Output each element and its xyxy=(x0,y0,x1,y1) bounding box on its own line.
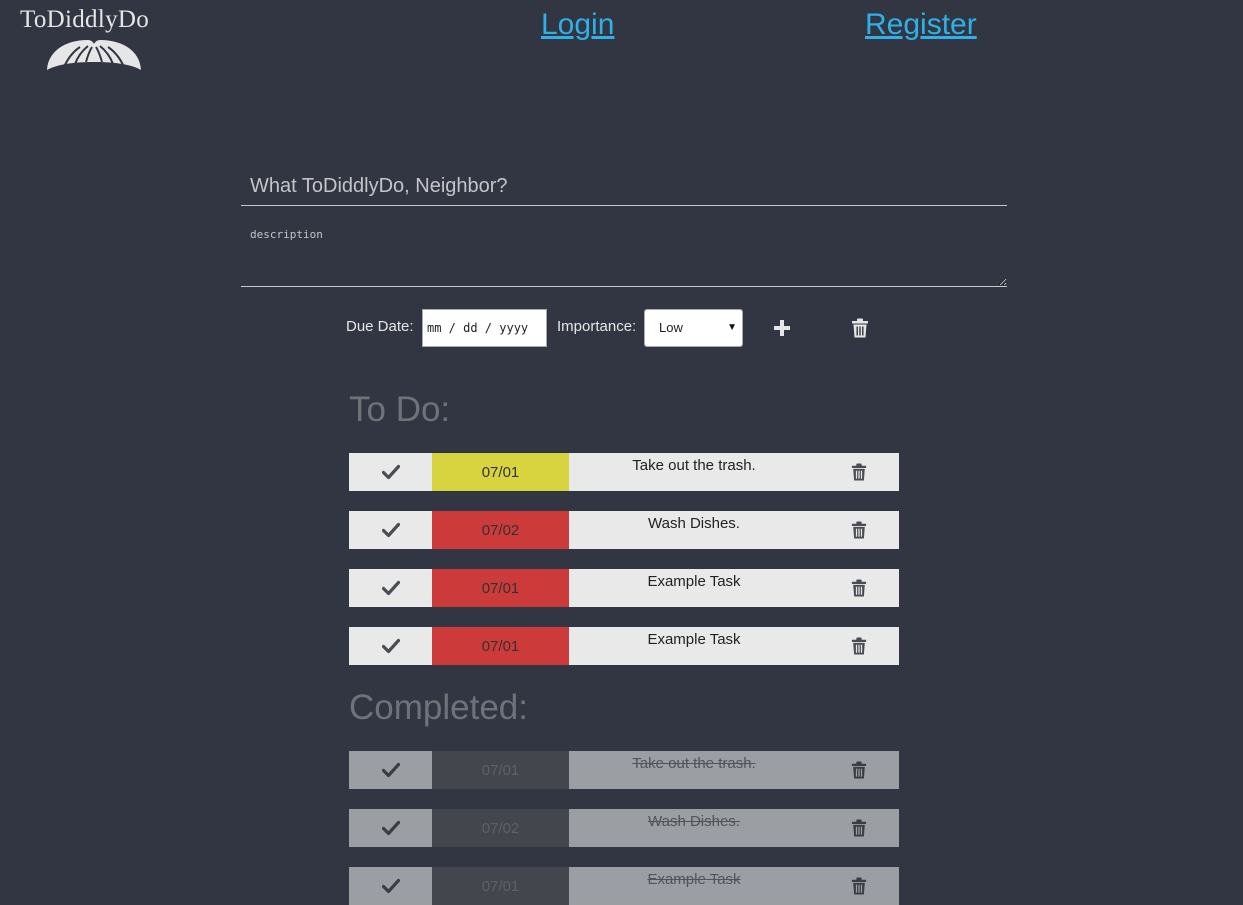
delete-task-button[interactable] xyxy=(819,867,899,905)
description-input[interactable] xyxy=(241,222,1007,287)
importance-label: Importance: xyxy=(557,318,637,335)
login-link[interactable]: Login xyxy=(541,8,614,42)
delete-task-button[interactable] xyxy=(819,627,899,665)
checkmark-icon xyxy=(381,878,400,894)
checkmark-icon xyxy=(381,762,400,778)
add-task-button[interactable] xyxy=(772,318,792,343)
todo-heading: To Do: xyxy=(349,390,451,429)
task-name: Take out the trash. xyxy=(569,453,819,491)
delete-task-button[interactable] xyxy=(819,453,899,491)
trash-icon xyxy=(851,637,867,655)
complete-task-button[interactable] xyxy=(349,453,432,491)
delete-task-button[interactable] xyxy=(819,751,899,789)
task-name: Example Task xyxy=(569,627,819,665)
trash-icon xyxy=(851,877,867,895)
task-row: 07/01 Take out the trash. xyxy=(349,453,899,491)
task-due-date: 07/01 xyxy=(432,569,569,607)
completed-heading: Completed: xyxy=(349,688,528,727)
task-row: 07/01 Example Task xyxy=(349,867,899,905)
trash-icon xyxy=(851,463,867,481)
task-row: 07/02 Wash Dishes. xyxy=(349,809,899,847)
logo: ToDiddlyDo xyxy=(20,6,170,76)
checkmark-icon xyxy=(381,638,400,654)
complete-task-button[interactable] xyxy=(349,751,432,789)
register-link[interactable]: Register xyxy=(865,8,977,42)
due-date-placeholder: mm / dd / yyyy xyxy=(427,321,529,335)
trash-icon xyxy=(851,761,867,779)
due-date-input[interactable]: mm / dd / yyyy xyxy=(422,309,547,347)
task-due-date: 07/01 xyxy=(432,867,569,905)
trash-icon xyxy=(851,579,867,597)
task-row: 07/01 Example Task xyxy=(349,627,899,665)
task-due-date: 07/01 xyxy=(432,453,569,491)
task-name: Example Task xyxy=(569,569,819,607)
task-name: Example Task xyxy=(569,867,819,905)
complete-task-button[interactable] xyxy=(349,867,432,905)
task-row: 07/01 Take out the trash. xyxy=(349,751,899,789)
complete-task-button[interactable] xyxy=(349,569,432,607)
plus-icon xyxy=(774,320,790,336)
trash-icon xyxy=(852,318,868,338)
checkmark-icon xyxy=(381,464,400,480)
checkmark-icon xyxy=(381,580,400,596)
importance-value: Low xyxy=(659,320,683,335)
importance-select[interactable]: Low ▼ xyxy=(644,309,743,347)
task-name: Wash Dishes. xyxy=(569,511,819,549)
due-date-label: Due Date: xyxy=(346,318,414,335)
task-due-date: 07/02 xyxy=(432,809,569,847)
logo-text: ToDiddlyDo xyxy=(20,6,150,33)
task-name: Take out the trash. xyxy=(569,751,819,789)
task-row: 07/02 Wash Dishes. xyxy=(349,511,899,549)
complete-task-button[interactable] xyxy=(349,809,432,847)
delete-task-button[interactable] xyxy=(819,809,899,847)
complete-task-button[interactable] xyxy=(349,627,432,665)
task-name: Wash Dishes. xyxy=(569,809,819,847)
trash-icon xyxy=(851,819,867,837)
trash-icon xyxy=(851,521,867,539)
caret-down-icon: ▼ xyxy=(727,322,737,333)
task-due-date: 07/01 xyxy=(432,751,569,789)
checkmark-icon xyxy=(381,522,400,538)
delete-task-button[interactable] xyxy=(819,569,899,607)
task-row: 07/01 Example Task xyxy=(349,569,899,607)
clear-form-button[interactable] xyxy=(851,318,869,343)
delete-task-button[interactable] xyxy=(819,511,899,549)
task-due-date: 07/02 xyxy=(432,511,569,549)
mustache-icon xyxy=(47,40,141,70)
task-title-input[interactable] xyxy=(241,168,1007,206)
checkmark-icon xyxy=(381,820,400,836)
complete-task-button[interactable] xyxy=(349,511,432,549)
task-due-date: 07/01 xyxy=(432,627,569,665)
